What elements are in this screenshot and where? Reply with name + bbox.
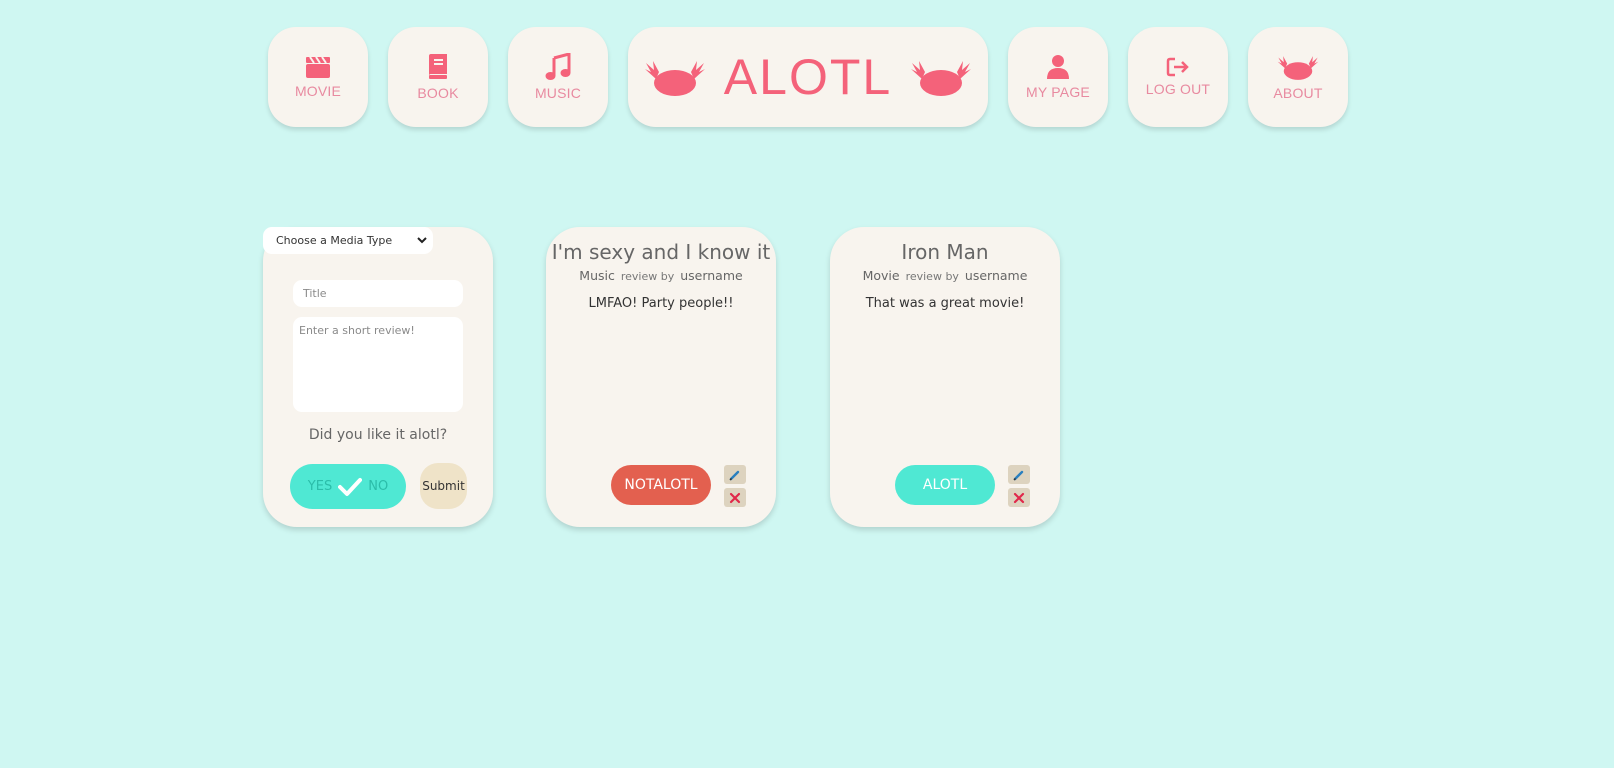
clapperboard-icon [306,56,330,78]
review-username: username [680,268,743,283]
nav-log-out-button[interactable]: LOG OUT [1128,27,1228,127]
verdict-badge: ALOTL [895,465,995,505]
review-media-type: Movie [862,268,900,283]
nav-my-page-label: MY PAGE [1026,84,1090,100]
toggle-yes-label: YES [307,479,333,494]
axolotl-right-icon [911,61,972,96]
title-input[interactable] [293,280,463,307]
sign-out-icon [1166,57,1189,77]
edit-button[interactable] [724,465,746,484]
like-question: Did you like it alotl? [308,427,448,443]
logo-home-button[interactable]: ALOTL [628,27,988,127]
review-meta: Music review by username [546,268,776,283]
nav-book-button[interactable]: BOOK [388,27,488,127]
nav-log-out-label: LOG OUT [1145,81,1211,97]
axolotl-left-icon [644,61,705,96]
nav-about-button[interactable]: ABOUT [1248,27,1348,127]
chevron-down-icon [417,237,427,244]
like-toggle[interactable]: YES NO [290,464,406,509]
review-body: LMFAO! Party people!! [588,296,734,311]
media-type-select[interactable]: Choose a Media Type [263,227,433,254]
review-card: I'm sexy and I know it Music review by u… [546,227,776,527]
delete-button[interactable] [724,488,746,507]
toggle-no-label: NO [368,479,389,494]
pencil-icon [1013,470,1024,481]
music-note-icon [545,53,571,80]
review-by-label: review by [905,270,959,283]
review-username: username [964,268,1028,283]
checkmark-icon [338,477,363,496]
review-title: Iron Man [901,240,989,264]
pencil-icon [729,470,740,481]
review-card: Iron Man Movie review by username That w… [830,227,1060,527]
review-title: I'm sexy and I know it [551,240,771,264]
edit-button[interactable] [1008,465,1030,484]
nav-book-label: BOOK [417,85,459,101]
close-icon [729,492,741,503]
nav-music-label: MUSIC [534,85,582,101]
nav-about-label: ABOUT [1273,85,1323,101]
user-icon [1047,55,1069,79]
new-review-card: Choose a Media Type Did you like it alot… [263,227,493,527]
review-media-type: Music [579,268,615,283]
book-icon [429,54,447,79]
review-body: That was a great movie! [865,296,1025,311]
review-by-label: review by [620,270,675,283]
review-meta: Movie review by username [830,268,1060,283]
submit-button[interactable]: Submit [420,463,467,509]
nav-movie-button[interactable]: MOVIE [268,27,368,127]
delete-button[interactable] [1008,488,1030,507]
logo-text: ALOTL [723,49,893,105]
nav-my-page-button[interactable]: MY PAGE [1008,27,1108,127]
close-icon [1013,492,1025,503]
nav-movie-label: MOVIE [294,83,342,99]
verdict-badge: NOTALOTL [611,465,711,505]
review-textarea[interactable] [293,317,463,412]
nav-music-button[interactable]: MUSIC [508,27,608,127]
axolotl-icon [1277,56,1319,80]
media-type-selected: Choose a Media Type [276,234,393,247]
